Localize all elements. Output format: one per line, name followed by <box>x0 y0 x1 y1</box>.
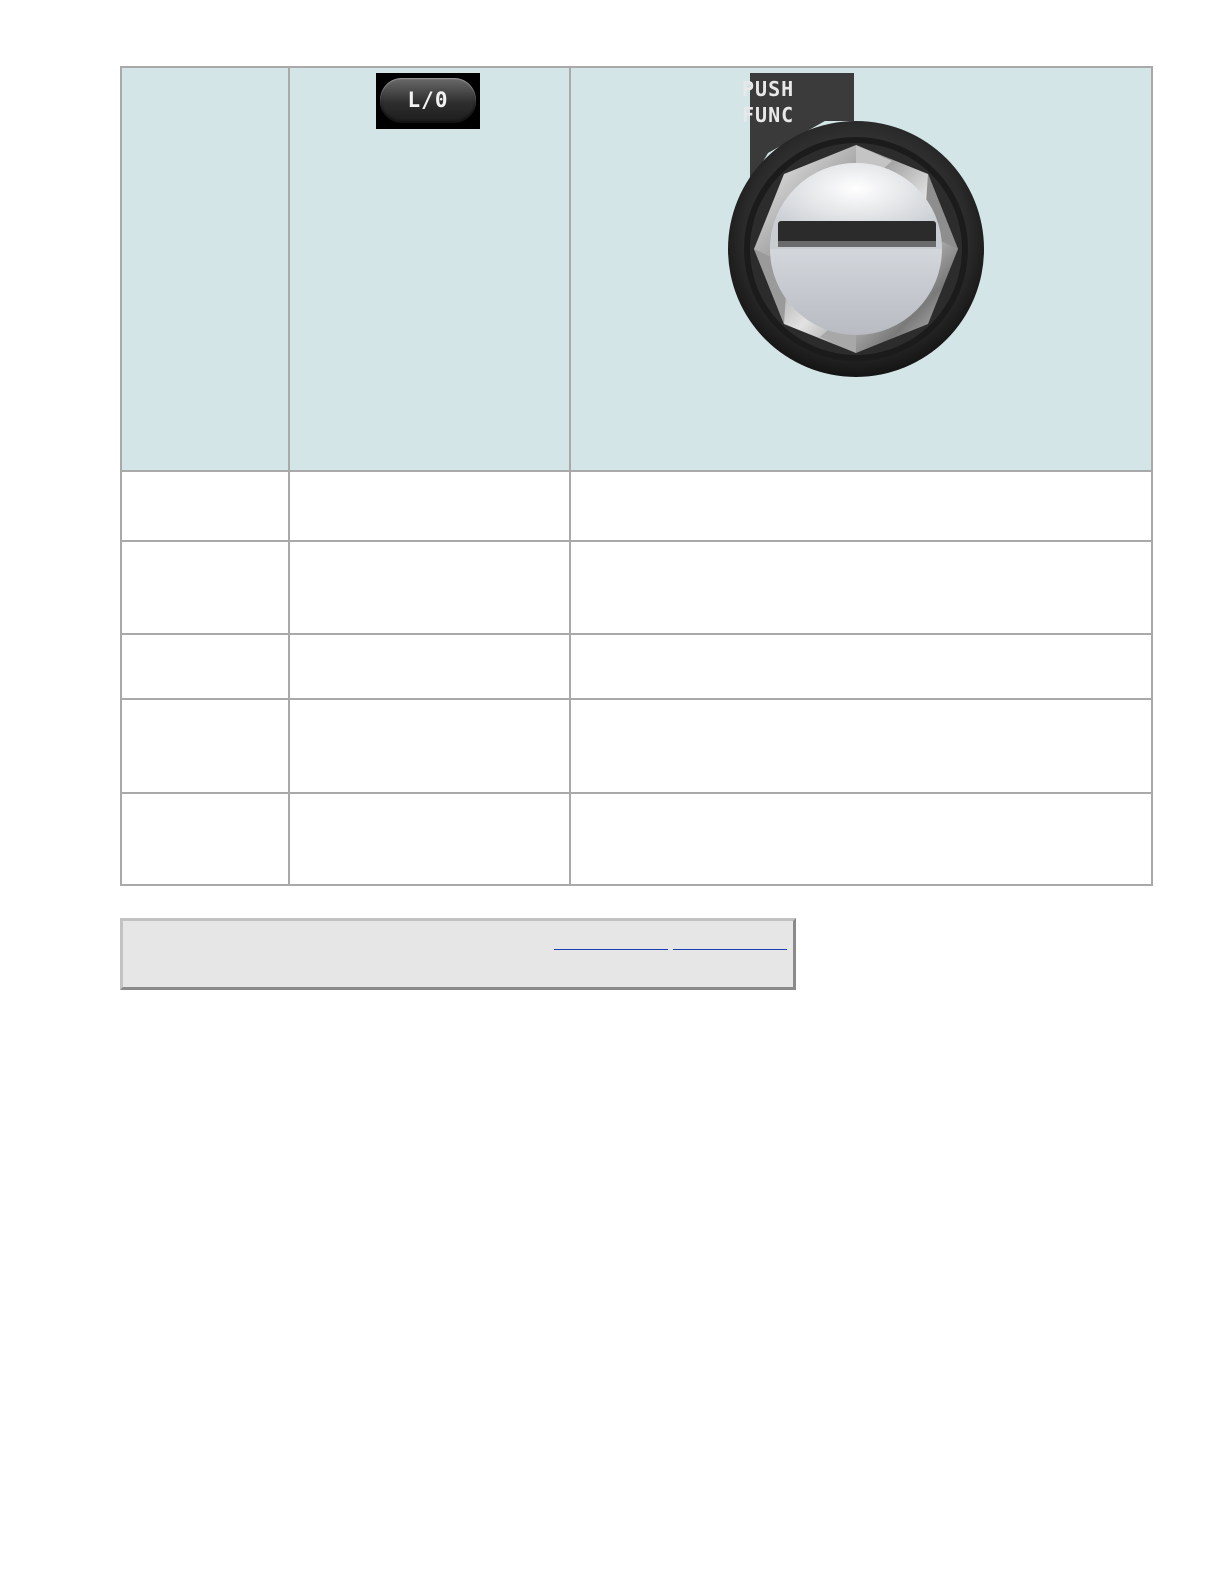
note-box <box>120 918 796 990</box>
lo-button-icon: L/0 <box>376 73 480 129</box>
row-divider <box>122 470 1151 472</box>
knob-label-push: PUSH <box>742 77 795 101</box>
table-header-row <box>122 68 1151 470</box>
push-func-knob-icon: PUSH FUNC <box>728 73 992 378</box>
controls-table: L/0 PUSH FUNC <box>120 66 1153 886</box>
row-divider <box>122 633 1151 635</box>
column-divider <box>569 68 571 884</box>
note-link-previous[interactable] <box>554 935 668 950</box>
column-divider <box>288 68 290 884</box>
knob-label-func: FUNC <box>742 103 795 127</box>
lo-button-label: L/0 <box>380 78 476 123</box>
note-link-next[interactable] <box>673 935 787 950</box>
row-divider <box>122 792 1151 794</box>
row-divider <box>122 540 1151 542</box>
row-divider <box>122 698 1151 700</box>
